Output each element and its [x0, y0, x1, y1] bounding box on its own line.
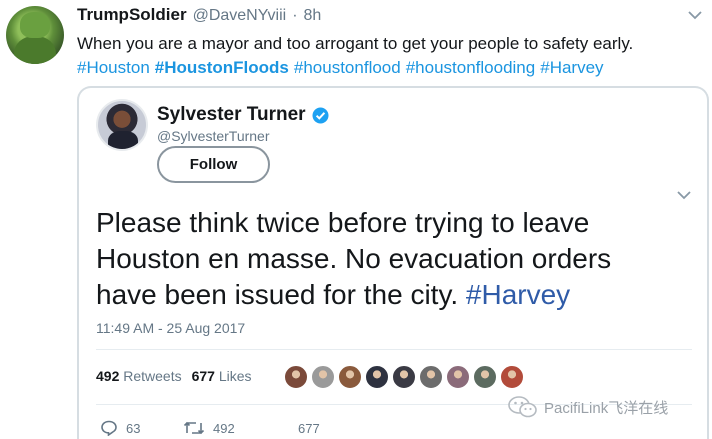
quoted-avatar[interactable]	[96, 99, 148, 151]
hashtag-link[interactable]: #Harvey	[540, 58, 603, 78]
verified-badge-icon	[312, 107, 329, 124]
quoted-name-row: Sylvester Turner	[157, 104, 329, 126]
liker-avatar[interactable]	[311, 365, 335, 389]
liker-avatar[interactable]	[500, 365, 524, 389]
retweets-count: 492	[96, 368, 120, 384]
tweet-actions: 63 492 677	[100, 420, 320, 436]
retweet-icon	[183, 420, 205, 436]
hashtag-link[interactable]: #Houston	[77, 58, 150, 78]
watermark: PacifiLink飞洋在线	[508, 396, 668, 418]
hashtag-list: #Houston #HoustonFloods #houstonflood #h…	[77, 58, 604, 78]
likes-stat[interactable]: 677 Likes	[192, 368, 252, 384]
outer-timestamp[interactable]: 8h	[304, 7, 322, 25]
retweets-label: Retweets	[123, 368, 182, 384]
liker-avatar[interactable]	[284, 365, 308, 389]
retweet-action[interactable]: 492	[183, 420, 298, 436]
liker-avatar[interactable]	[338, 365, 362, 389]
liker-avatar[interactable]	[392, 365, 416, 389]
liker-avatar[interactable]	[446, 365, 470, 389]
outer-avatar[interactable]	[6, 6, 64, 64]
quoted-text-segment: have been issued for the city.	[96, 279, 466, 310]
quoted-timestamp[interactable]: 11:49 AM - 25 Aug 2017	[96, 320, 245, 336]
follow-button[interactable]: Follow	[157, 146, 270, 183]
liker-avatar[interactable]	[473, 365, 497, 389]
like-action[interactable]: 677	[298, 421, 320, 436]
retweets-stat[interactable]: 492 Retweets	[96, 368, 182, 384]
chevron-down-icon[interactable]	[688, 9, 702, 21]
outer-handle[interactable]: @DaveNYviii	[193, 7, 287, 25]
hashtag-link[interactable]: #houstonflooding	[406, 58, 536, 78]
quoted-handle[interactable]: @SylvesterTurner	[157, 128, 270, 144]
reply-icon	[100, 420, 118, 436]
reply-action[interactable]: 63	[100, 420, 183, 436]
hashtag-link[interactable]: #Harvey	[466, 279, 570, 310]
liker-avatar[interactable]	[365, 365, 389, 389]
quoted-text-line: have been issued for the city. #Harvey	[96, 277, 696, 313]
quoted-text-line: Houston en masse. No evacuation orders	[96, 243, 612, 274]
hashtag-link[interactable]: #houstonflood	[294, 58, 401, 78]
liker-avatars	[284, 365, 524, 389]
outer-display-name[interactable]: TrumpSoldier	[77, 5, 187, 25]
engagement-stats: 492 Retweets 677 Likes	[96, 368, 252, 384]
quoted-display-name[interactable]: Sylvester Turner	[157, 104, 306, 126]
divider	[96, 349, 692, 350]
header-separator: ·	[292, 7, 298, 24]
outer-tweet-text: When you are a mayor and too arrogant to…	[77, 34, 634, 53]
outer-tweet-header: TrumpSoldier @DaveNYviii · 8h	[77, 5, 321, 27]
likes-label: Likes	[218, 368, 252, 384]
quoted-tweet-text: Please think twice before trying to leav…	[96, 205, 696, 313]
liker-avatar[interactable]	[419, 365, 443, 389]
watermark-text: PacifiLink飞洋在线	[544, 399, 669, 417]
wechat-icon	[508, 396, 538, 418]
retweet-count: 492	[213, 420, 235, 436]
hashtag-link[interactable]: #HoustonFloods	[155, 58, 289, 78]
like-count: 677	[298, 420, 320, 436]
chevron-down-icon[interactable]	[677, 188, 691, 200]
quoted-text-line: Please think twice before trying to leav…	[96, 207, 590, 238]
reply-count: 63	[126, 420, 141, 436]
likes-count: 677	[191, 368, 215, 384]
